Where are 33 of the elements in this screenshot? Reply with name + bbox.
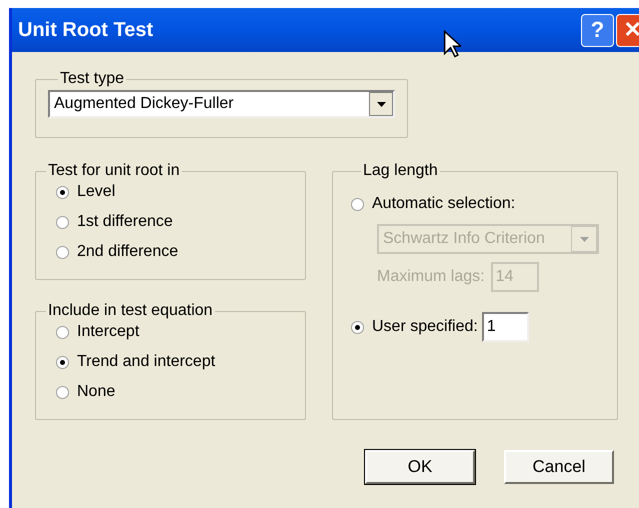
- option-label: Level: [77, 182, 116, 202]
- dialog-button[interactable]: OK: [365, 450, 475, 484]
- field-label: Maximum lags:: [377, 267, 485, 287]
- group-label: Test for unit root in: [47, 162, 181, 180]
- window-title: Unit Root Test: [18, 18, 154, 43]
- cursor-icon: [443, 30, 461, 58]
- radio-button[interactable]: [56, 246, 69, 258]
- caret-icon: [376, 102, 386, 106]
- input-field[interactable]: 1: [482, 312, 529, 342]
- option-label: 2nd difference: [77, 242, 178, 262]
- option-label: Automatic selection:: [372, 194, 516, 214]
- radio-button[interactable]: [56, 326, 69, 338]
- dropdown[interactable]: Augmented Dickey-Fuller: [48, 90, 395, 118]
- caret-icon: [580, 236, 588, 242]
- group-label: Include in test equation: [47, 302, 214, 320]
- option-label: User specified:: [372, 317, 478, 337]
- radio-button[interactable]: [351, 320, 364, 334]
- help-button[interactable]: ?: [581, 14, 614, 46]
- dropdown-value: Augmented Dickey-Fuller: [53, 94, 235, 114]
- radio-button[interactable]: [56, 386, 69, 398]
- group-label: Test type: [59, 70, 126, 88]
- option-label: Intercept: [77, 322, 140, 342]
- dropdown-value: Schwartz Info Criterion: [382, 229, 546, 249]
- dialog-button[interactable]: Cancel: [504, 450, 614, 484]
- radio-button[interactable]: [56, 216, 69, 228]
- close-button[interactable]: ✕: [616, 14, 639, 46]
- radio-button[interactable]: [56, 356, 69, 368]
- option-label: 1st difference: [77, 212, 173, 232]
- group-label: Lag length: [362, 162, 439, 180]
- option-label: None: [77, 382, 116, 402]
- radio-button[interactable]: [351, 198, 364, 210]
- option-label: Trend and intercept: [77, 352, 216, 372]
- radio-button[interactable]: [56, 186, 69, 198]
